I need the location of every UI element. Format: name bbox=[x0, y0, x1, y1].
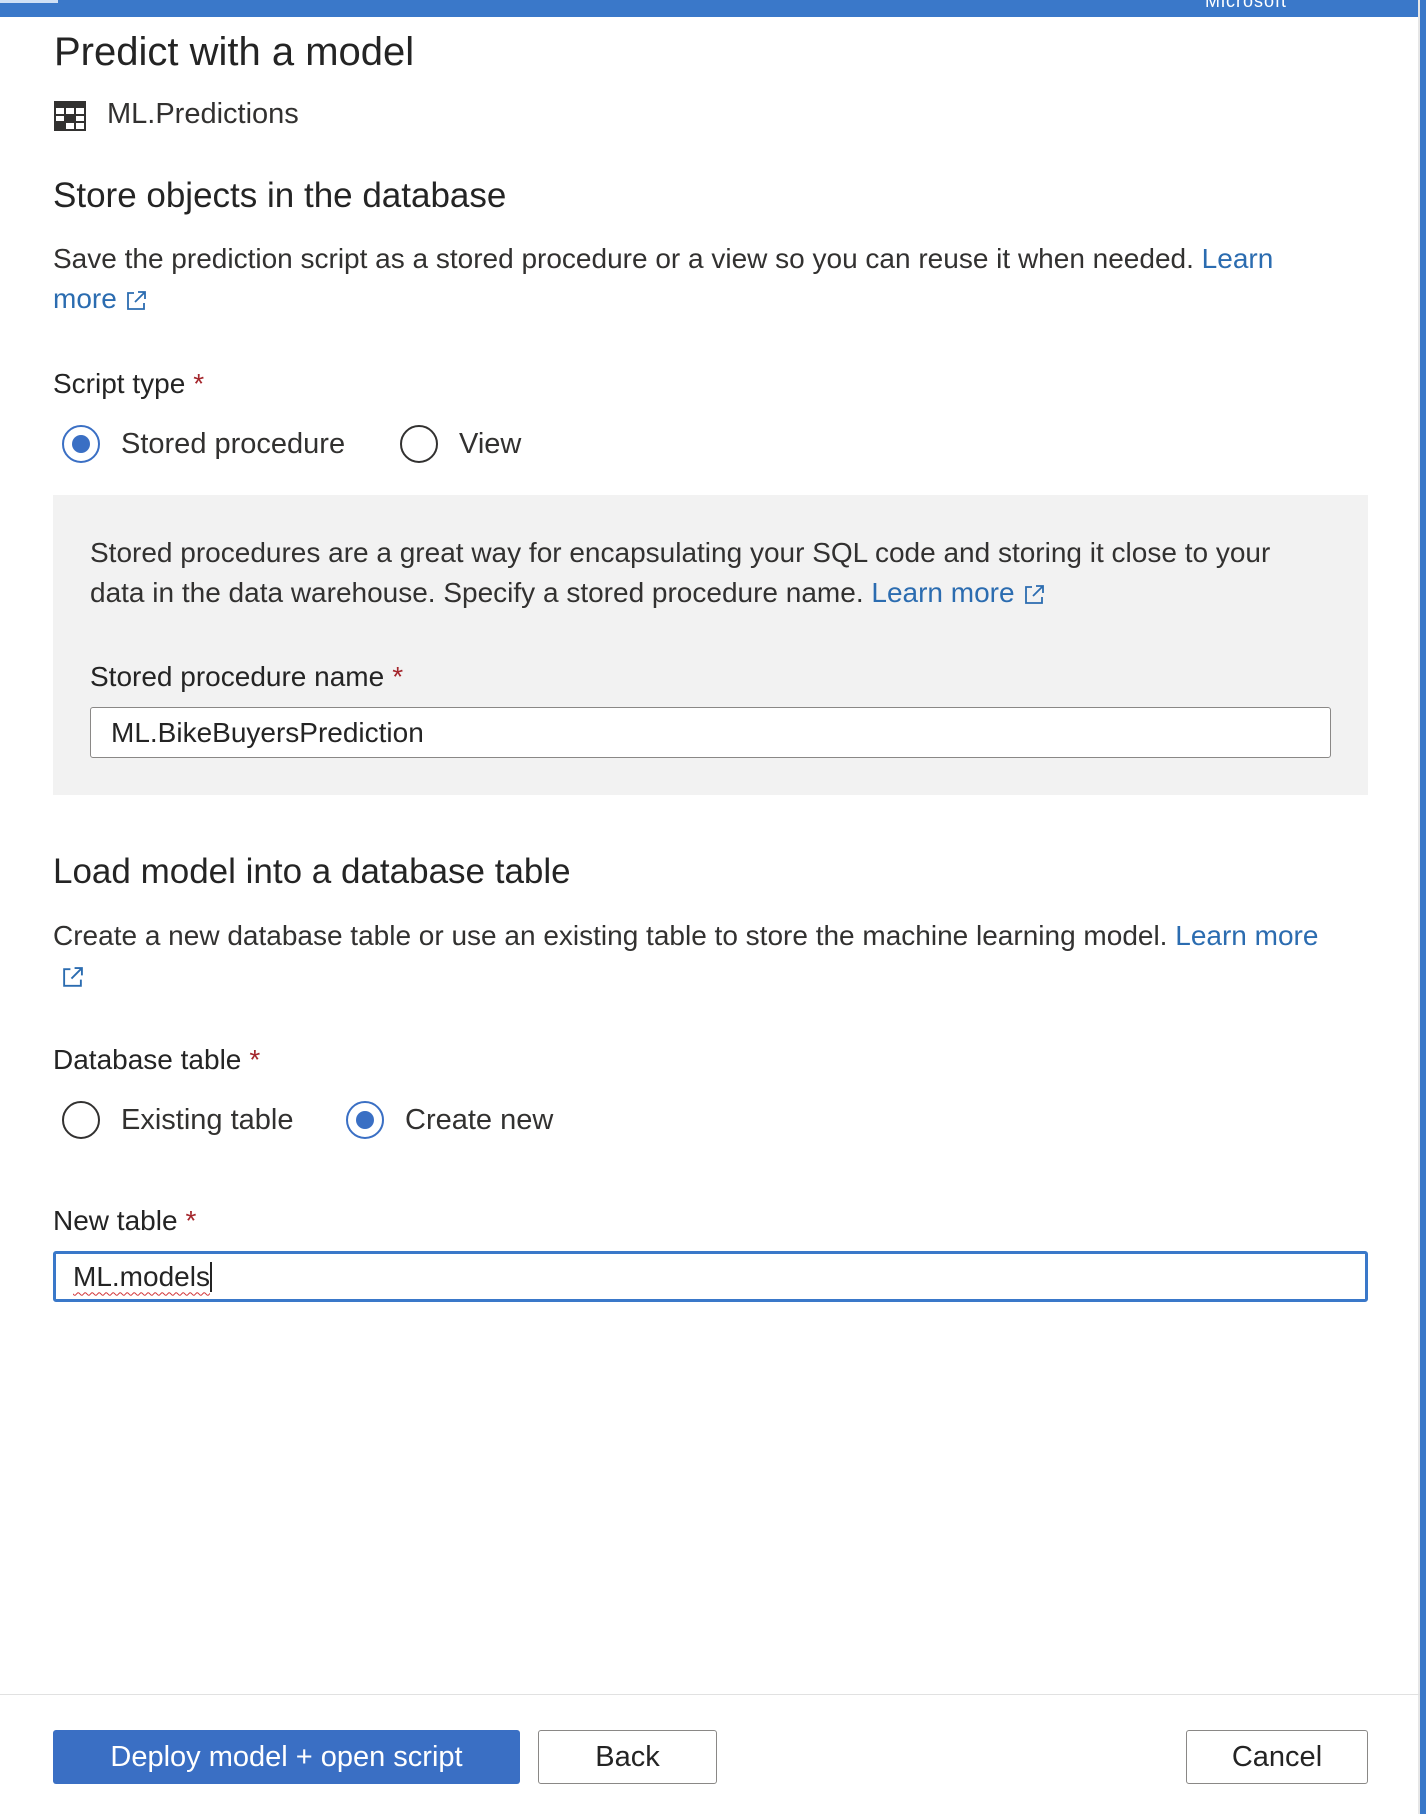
load-section-heading: Load model into a database table bbox=[53, 852, 571, 891]
external-link-icon[interactable] bbox=[1023, 584, 1045, 606]
radio-existing-table[interactable] bbox=[62, 1101, 100, 1139]
radio-existing-table-label[interactable]: Existing table bbox=[121, 1104, 294, 1137]
store-learn-more-link-part1[interactable]: Learn bbox=[1202, 243, 1274, 274]
brand-text: Microsoft bbox=[1205, 0, 1288, 11]
store-section-heading: Store objects in the database bbox=[53, 176, 507, 215]
radio-view-label[interactable]: View bbox=[459, 428, 521, 461]
external-link-icon[interactable] bbox=[125, 290, 147, 312]
new-table-input[interactable]: ML.models bbox=[53, 1251, 1368, 1302]
store-learn-more-line: more bbox=[53, 279, 147, 319]
radio-stored-procedure-label[interactable]: Stored procedure bbox=[121, 428, 345, 461]
radio-view[interactable] bbox=[400, 425, 438, 463]
load-learn-more-link[interactable]: Learn more bbox=[1175, 920, 1318, 951]
callout-learn-more-link[interactable]: Learn more bbox=[871, 577, 1014, 608]
callout-text-line1: Stored procedures are a great way for en… bbox=[90, 537, 1271, 568]
database-table-label: Database table * bbox=[53, 1044, 260, 1076]
text-caret bbox=[209, 1261, 212, 1292]
external-link-icon[interactable] bbox=[61, 966, 84, 989]
top-bar: Microsoft bbox=[0, 0, 1426, 17]
callout-text-line2: data in the data warehouse. Specify a st… bbox=[90, 573, 1360, 613]
stored-procedure-name-label-text: Stored procedure name bbox=[90, 661, 385, 692]
script-type-label-text: Script type bbox=[53, 368, 186, 399]
store-description-text: Save the prediction script as a stored p… bbox=[53, 243, 1194, 274]
new-table-label: New table * bbox=[53, 1205, 196, 1237]
stored-procedure-name-input[interactable] bbox=[90, 707, 1331, 758]
callout-text-line2-text: data in the data warehouse. Specify a st… bbox=[90, 577, 864, 608]
load-section-description: Create a new database table or use an ex… bbox=[53, 916, 1383, 956]
table-icon bbox=[54, 101, 86, 131]
back-button[interactable]: Back bbox=[538, 1730, 717, 1784]
source-table-name: ML.Predictions bbox=[107, 98, 299, 130]
footer-divider bbox=[0, 1694, 1420, 1695]
load-description-text: Create a new database table or use an ex… bbox=[53, 920, 1168, 951]
radio-stored-procedure[interactable] bbox=[62, 425, 100, 463]
panel-title: Predict with a model bbox=[54, 30, 415, 74]
cancel-button[interactable]: Cancel bbox=[1186, 1730, 1368, 1784]
store-section-description: Save the prediction script as a stored p… bbox=[53, 239, 1373, 279]
store-learn-more-link[interactable]: more bbox=[53, 283, 117, 314]
database-table-label-text: Database table bbox=[53, 1044, 242, 1075]
top-bar-mark bbox=[0, 0, 58, 3]
stored-procedure-name-label: Stored procedure name * bbox=[90, 661, 403, 693]
new-table-label-text: New table bbox=[53, 1205, 178, 1236]
required-asterisk: * bbox=[185, 1205, 197, 1236]
required-asterisk: * bbox=[193, 368, 205, 399]
new-table-input-value: ML.models bbox=[73, 1260, 210, 1292]
required-asterisk: * bbox=[249, 1044, 261, 1075]
script-type-label: Script type * bbox=[53, 368, 204, 400]
radio-create-new-label[interactable]: Create new bbox=[405, 1104, 553, 1137]
radio-create-new[interactable] bbox=[346, 1101, 384, 1139]
deploy-model-button[interactable]: Deploy model + open script bbox=[53, 1730, 520, 1784]
required-asterisk: * bbox=[392, 661, 404, 692]
panel-edge bbox=[1420, 0, 1426, 1814]
